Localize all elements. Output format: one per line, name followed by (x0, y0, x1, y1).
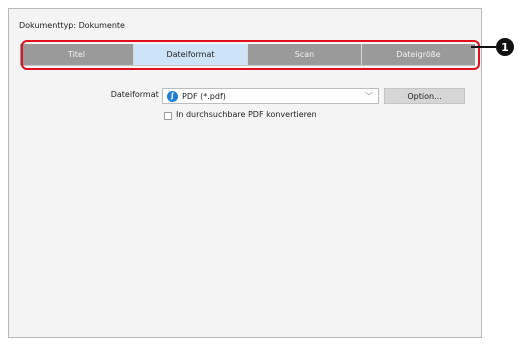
file-format-label: Dateiformat : (110, 90, 164, 99)
file-format-value: PDF (*.pdf) (182, 91, 226, 101)
document-type-label: Dokumenttyp: Dokumente (19, 21, 125, 30)
searchable-pdf-label[interactable]: In durchsuchbare PDF konvertieren (176, 110, 317, 119)
option-button[interactable]: Option... (384, 88, 465, 104)
searchable-pdf-checkbox[interactable] (164, 112, 172, 120)
settings-window: Dokumenttyp: Dokumente Titel Dateiformat… (8, 8, 482, 338)
tab-highlight-outline (21, 40, 480, 70)
pdf-icon: ʃ (167, 90, 178, 102)
file-format-select[interactable]: ʃ PDF (*.pdf) ﹀ (162, 88, 379, 104)
callout-line (471, 46, 496, 48)
callout-badge: 1 (496, 38, 514, 56)
chevron-down-icon: ﹀ (365, 92, 373, 101)
